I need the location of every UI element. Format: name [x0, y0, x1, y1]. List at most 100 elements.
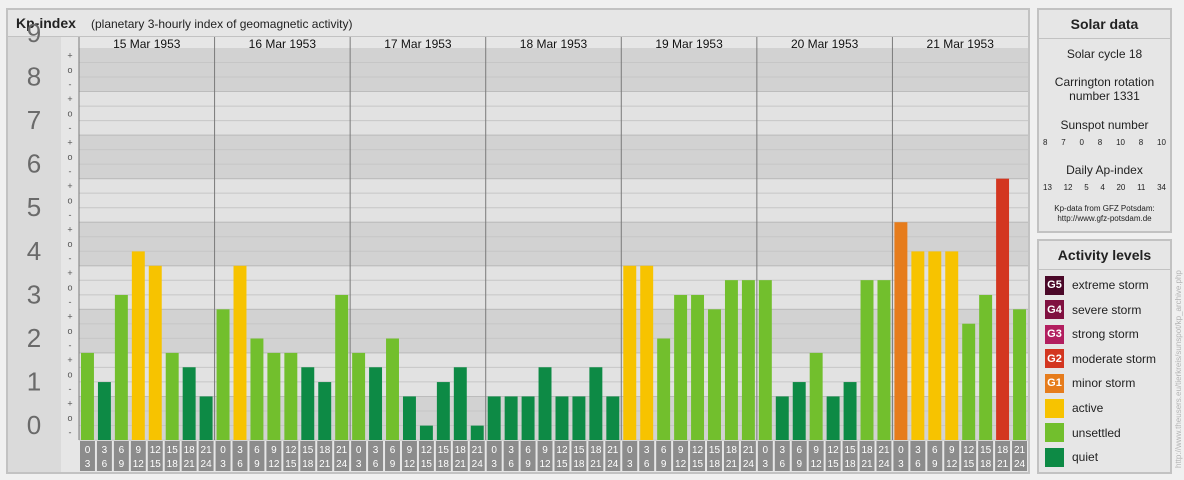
- kp-bar: [792, 382, 806, 440]
- y-tick-label: 1: [27, 366, 41, 396]
- kp-bar: [504, 396, 518, 440]
- legend-label: minor storm: [1072, 376, 1136, 391]
- sunspot-value-6: 10: [1157, 138, 1166, 147]
- day-label: 18 Mar 1953: [520, 37, 588, 51]
- source-line-1: Kp-data from GFZ Potsdam:: [1054, 204, 1155, 213]
- interval-end-label: 9: [119, 459, 125, 470]
- interval-start-label: 15: [438, 445, 450, 456]
- legend-swatch: [1045, 398, 1064, 418]
- sunspot-value-1: 7: [1061, 138, 1066, 147]
- minor-tick-label: o: [67, 370, 72, 380]
- ap-value-2: 5: [1084, 183, 1089, 192]
- interval-end-label: 12: [946, 459, 958, 470]
- day-label: 20 Mar 1953: [791, 37, 859, 51]
- interval-start-label: 0: [220, 445, 226, 456]
- interval-end-label: 18: [980, 459, 992, 470]
- kp-bar: [419, 425, 433, 440]
- interval-start-label: 15: [845, 445, 857, 456]
- legend-label: moderate storm: [1072, 351, 1157, 366]
- kp-chart: 15 Mar 1953 16 Mar 1953 17 Mar 1953 18 Mar …: [8, 18, 1028, 472]
- y-tick-label: 3: [27, 279, 41, 309]
- interval-start-label: 15: [302, 445, 314, 456]
- kp-band: [79, 222, 1028, 266]
- activity-levels-panel: Activity levels G5 extreme storm G4 severe …: [1037, 239, 1172, 474]
- ap-value-0: 13: [1043, 183, 1052, 192]
- interval-end-label: 15: [828, 459, 840, 470]
- interval-start-label: 3: [644, 445, 650, 456]
- legend-swatch: G5: [1045, 275, 1064, 295]
- interval-end-label: 3: [763, 459, 769, 470]
- interval-start-label: 21: [201, 445, 213, 456]
- minor-tick-label: -: [69, 123, 72, 133]
- minor-tick-label: o: [67, 283, 72, 293]
- kp-bar: [843, 382, 857, 440]
- interval-start-label: 12: [150, 445, 162, 456]
- legend-swatch: G4: [1045, 300, 1064, 320]
- interval-end-label: 6: [644, 459, 650, 470]
- interval-start-label: 18: [590, 445, 602, 456]
- interval-start-label: 21: [1014, 445, 1026, 456]
- kp-bar: [436, 382, 450, 440]
- solar-data-panel: Solar data Solar cycle 18 Carrington rot…: [1037, 8, 1172, 233]
- kp-bar: [894, 222, 908, 440]
- kp-bar: [538, 367, 552, 440]
- source-link[interactable]: http://www.gfz-potsdam.de: [1039, 214, 1170, 224]
- ap-index-values: 13 12 5 4 20 11 34: [1043, 183, 1166, 192]
- solar-data-title: Solar data: [1039, 10, 1170, 39]
- kp-bar: [589, 367, 603, 440]
- minor-tick-label: -: [69, 341, 72, 351]
- interval-end-label: 3: [220, 459, 226, 470]
- interval-end-label: 6: [102, 459, 108, 470]
- minor-tick-label: o: [67, 239, 72, 249]
- kp-bar: [945, 251, 959, 440]
- interval-end-label: 18: [845, 459, 857, 470]
- interval-end-label: 18: [709, 459, 721, 470]
- legend-item: G1 minor storm: [1045, 373, 1135, 393]
- interval-end-label: 12: [811, 459, 823, 470]
- interval-end-label: 15: [285, 459, 297, 470]
- interval-start-label: 0: [491, 445, 497, 456]
- kp-bar: [1013, 309, 1026, 440]
- minor-tick-label: +: [67, 312, 72, 322]
- legend-swatch: G3: [1045, 324, 1064, 344]
- kp-bar: [674, 294, 688, 440]
- interval-start-label: 6: [525, 445, 531, 456]
- kp-band: [79, 135, 1028, 179]
- kp-bar: [979, 294, 993, 440]
- interval-start-label: 0: [627, 445, 633, 456]
- kp-bar: [453, 367, 467, 440]
- legend-item: unsettled: [1045, 423, 1121, 443]
- y-tick-label: 0: [27, 410, 41, 440]
- kp-bar: [521, 396, 535, 440]
- interval-end-label: 24: [336, 459, 348, 470]
- kp-bar: [284, 352, 298, 440]
- interval-end-label: 24: [743, 459, 755, 470]
- day-label: 17 Mar 1953: [384, 37, 452, 51]
- kp-index-panel: Kp-index (planetary 3-hourly index of ge…: [6, 8, 1030, 474]
- interval-start-label: 18: [997, 445, 1009, 456]
- minor-tick-label: o: [67, 413, 72, 423]
- interval-end-label: 15: [556, 459, 568, 470]
- sunspot-value-2: 0: [1079, 138, 1084, 147]
- kp-bar: [267, 352, 281, 440]
- kp-bar: [623, 265, 637, 440]
- legend-item: quiet: [1045, 447, 1098, 467]
- interval-start-label: 9: [542, 445, 548, 456]
- interval-end-label: 21: [726, 459, 738, 470]
- kp-bar: [470, 425, 484, 440]
- legend-item: G3 strong storm: [1045, 324, 1139, 344]
- kp-bar: [911, 251, 925, 440]
- kp-bar: [708, 309, 721, 440]
- y-tick-label: 8: [27, 62, 41, 92]
- minor-tick-label: +: [67, 181, 72, 191]
- interval-end-label: 24: [472, 459, 484, 470]
- interval-start-label: 21: [472, 445, 484, 456]
- kp-bar: [860, 280, 874, 440]
- solar-cycle: Solar cycle 18: [1066, 47, 1143, 61]
- legend-label: unsettled: [1072, 425, 1121, 440]
- interval-start-label: 21: [607, 445, 619, 456]
- kp-bar: [369, 367, 383, 440]
- interval-start-label: 6: [119, 445, 125, 456]
- minor-tick-label: o: [67, 152, 72, 162]
- minor-tick-label: -: [69, 79, 72, 89]
